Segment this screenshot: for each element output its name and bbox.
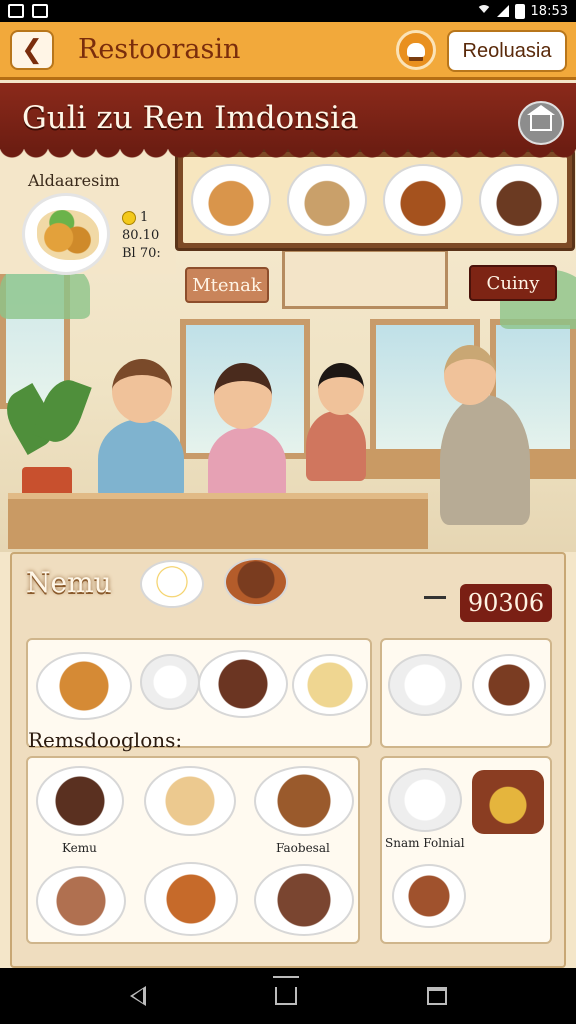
featured-dish-3[interactable] [383, 164, 463, 236]
back-button[interactable]: ❮ [10, 29, 54, 70]
price-badge: 90306 [460, 584, 552, 622]
side-dish-board[interactable] [472, 770, 544, 834]
menu-title: Nemu [26, 566, 112, 599]
gallery-notification-icon [8, 4, 24, 18]
dish-label-b: Faobesal [276, 841, 330, 855]
dish-meatballs[interactable] [472, 654, 546, 716]
rec-dish-4[interactable] [36, 866, 126, 936]
status-time: 18:53 [530, 3, 568, 19]
sign-left[interactable]: Mtenak [185, 267, 269, 303]
home-icon [527, 105, 555, 131]
recommendations-title: Remsdooglons: [28, 728, 183, 752]
system-nav-bar [0, 968, 576, 1024]
side-dish-rice[interactable] [388, 768, 462, 832]
side-dish-label: Aldaaresim [28, 171, 120, 190]
dish-yellow-rice[interactable] [292, 654, 368, 716]
rice-bowl[interactable] [140, 560, 204, 608]
rec-dish-6[interactable] [254, 864, 354, 936]
diner-woman [208, 427, 286, 499]
diner-girl [306, 411, 366, 481]
chef-icon[interactable] [396, 30, 436, 70]
side-recommendations-card[interactable] [380, 756, 552, 944]
dish-rice[interactable] [140, 654, 200, 710]
kitchen-shelf [282, 249, 448, 309]
rendang-bowl[interactable] [224, 558, 288, 606]
app-notification-icon [32, 4, 48, 18]
rec-dish-2[interactable] [144, 766, 236, 836]
dish-label-a: Kemu [62, 841, 97, 855]
diner-man [98, 419, 184, 499]
dish-rice-2[interactable] [388, 654, 462, 716]
status-bar: 18:53 [0, 0, 576, 22]
side-dish-info: 1 80.10 Bl 70: [122, 210, 161, 261]
rec-dish-5[interactable] [144, 862, 238, 936]
app-title: Restoorasin [78, 34, 241, 65]
price-dash [424, 596, 446, 599]
home-button[interactable] [518, 101, 564, 145]
diner-man-head [112, 359, 172, 423]
dish-fried-chicken[interactable] [36, 652, 132, 720]
waiter-head [444, 345, 496, 405]
battery-icon [514, 3, 525, 19]
diner-woman-head [214, 363, 272, 429]
side-dish-bowl[interactable] [392, 864, 466, 928]
dish-label-c: Snam Folnial [385, 836, 465, 850]
sign-right[interactable]: Cuiny [469, 265, 557, 301]
reservation-button[interactable]: Reoluasia [447, 30, 567, 72]
rec-dish-1[interactable] [36, 766, 124, 836]
nav-recents-icon[interactable] [426, 987, 447, 1005]
waiter [440, 395, 530, 525]
dish-satay[interactable] [198, 650, 288, 718]
featured-menu-board [175, 149, 575, 251]
back-arrow-icon: ❮ [21, 34, 43, 64]
restaurant-scene: Aldaaresim 1 80.10 Bl 70: Mtenak Cuiny [0, 149, 576, 552]
signal-icon [496, 5, 509, 17]
rec-dish-3[interactable] [254, 766, 354, 836]
featured-dish-4[interactable] [479, 164, 559, 236]
featured-dish-1[interactable] [191, 164, 271, 236]
diner-girl-head [318, 363, 364, 415]
dining-table [8, 493, 428, 549]
nav-home-icon[interactable] [275, 987, 297, 1005]
nav-back-icon[interactable] [129, 986, 146, 1006]
featured-dish-2[interactable] [287, 164, 367, 236]
side-dish-plate[interactable] [22, 193, 110, 275]
coin-icon [122, 210, 136, 225]
wifi-icon [476, 5, 491, 17]
menu-card-side[interactable] [380, 638, 552, 748]
app-root: 18:53 ❮ Restoorasin Reoluasia Aldaaresim… [0, 0, 576, 1024]
banner-title: Guli zu Ren Imdonsia [22, 100, 359, 136]
